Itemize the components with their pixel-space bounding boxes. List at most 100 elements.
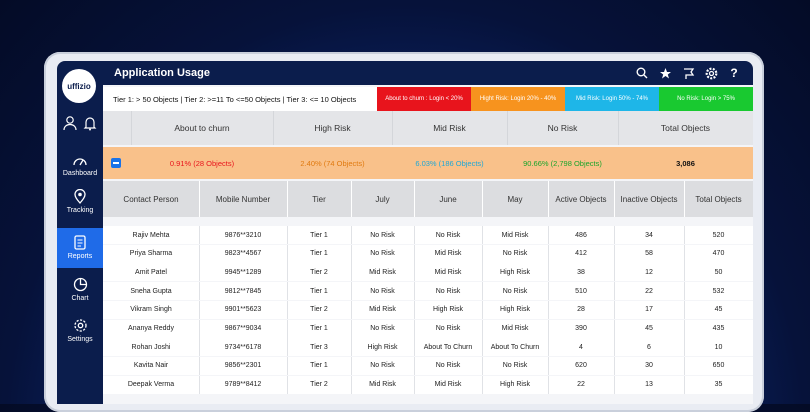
- table-cell: 45: [614, 319, 685, 338]
- col-inactive-objects[interactable]: Inactive Objects: [614, 181, 685, 217]
- summary-collapse-checkbox[interactable]: [111, 158, 121, 168]
- dashboard-icon: [73, 158, 87, 166]
- table-cell: No Risk: [351, 226, 415, 244]
- table-cell: Tier 1: [287, 282, 352, 301]
- table-cell: 9789**8412: [199, 375, 288, 394]
- sidebar-item-settings[interactable]: Settings: [57, 318, 103, 343]
- col-may[interactable]: May: [482, 181, 549, 217]
- app-screen: uffizio Dashboard Tracking Reports Chart…: [57, 61, 753, 404]
- table-cell: 50: [714, 268, 723, 276]
- summary-header-high-risk: High Risk: [273, 111, 393, 145]
- table-cell: 9812**7845: [199, 282, 288, 301]
- table-cell: 22: [548, 375, 615, 394]
- table-cell: Tier 1: [287, 244, 352, 263]
- sidebar-item-label: Settings: [67, 336, 93, 343]
- help-icon[interactable]: ?: [727, 66, 741, 80]
- table-cell: High Risk: [482, 375, 549, 394]
- star-user-icon[interactable]: [658, 66, 672, 80]
- table-cell: 12: [614, 263, 685, 282]
- search-icon[interactable]: [635, 66, 649, 80]
- table-cell: Rohan Joshi: [103, 338, 200, 357]
- table-row[interactable]: Priya Sharma 9823**4567 Tier 1 No Risk Mid R…: [103, 244, 753, 263]
- table-row[interactable]: Deepak Verma 9789**8412 Tier 2 Mid Risk Mid …: [103, 375, 753, 394]
- table-cell: High Risk: [482, 263, 549, 282]
- sidebar-item-reports[interactable]: Reports: [57, 235, 103, 260]
- table-cell: Mid Risk: [482, 319, 549, 338]
- table-cell: 435: [712, 325, 725, 332]
- table-row[interactable]: Amit Patel 9945**1289 Tier 2 Mid Risk Mid Ri…: [103, 263, 753, 282]
- top-bar: Application Usage ?: [103, 61, 753, 85]
- col-total-objects[interactable]: Total Objects: [684, 181, 753, 217]
- settings-gear-icon[interactable]: [704, 66, 718, 80]
- table-cell: 9734**6178: [199, 338, 288, 357]
- gear-icon: [73, 319, 87, 332]
- table-cell: Vikram Singh: [103, 300, 200, 319]
- logo-text: uffizio: [67, 81, 91, 91]
- table-cell: No Risk: [482, 244, 549, 263]
- table-cell: Mid Risk: [414, 263, 483, 282]
- table-cell: Tier 1: [287, 226, 352, 244]
- table-row[interactable]: Rohan Joshi 9734**6178 Tier 3 High Risk Abou…: [103, 338, 753, 357]
- table-cell: Priya Sharma: [103, 244, 200, 263]
- sidebar-item-tracking[interactable]: Tracking: [57, 189, 103, 214]
- summary-header-about-to-churn: About to churn: [131, 111, 274, 145]
- table-row[interactable]: Sneha Gupta 9812**7845 Tier 1 No Risk No Ris…: [103, 282, 753, 301]
- table-cell: 9823**4567: [199, 244, 288, 263]
- bell-icon[interactable]: [82, 115, 98, 131]
- table-cell: High Risk: [482, 300, 549, 319]
- table-row[interactable]: Rajiv Mehta 9876**3210 Tier 1 No Risk No Ris…: [103, 226, 753, 244]
- sidebar-item-label: Chart: [71, 295, 89, 302]
- table-cell: Tier 2: [287, 375, 352, 394]
- summary-header: About to churn High Risk Mid Risk No Ris…: [103, 111, 753, 145]
- page-title: Application Usage: [114, 67, 210, 79]
- table-row[interactable]: Vikram Singh 9901**5623 Tier 2 Mid Risk High…: [103, 300, 753, 319]
- table-cell: Mid Risk: [351, 300, 415, 319]
- sidebar-item-label: Tracking: [66, 207, 94, 214]
- col-mobile-number[interactable]: Mobile Number: [199, 181, 288, 217]
- table-cell: No Risk: [414, 282, 483, 301]
- table-cell: No Risk: [351, 356, 415, 375]
- table-cell: No Risk: [351, 282, 415, 301]
- table-cell: 9867**9034: [199, 319, 288, 338]
- table-cell: No Risk: [414, 356, 483, 375]
- table-cell: 38: [548, 263, 615, 282]
- col-contact-person[interactable]: Contact Person: [103, 181, 200, 217]
- col-july[interactable]: July: [351, 181, 415, 217]
- summary-high-risk: 2.40% (74 Objects): [300, 158, 365, 168]
- table-cell: Mid Risk: [351, 263, 415, 282]
- table-cell: 390: [548, 319, 615, 338]
- table-cell: 9876**3210: [199, 226, 288, 244]
- summary-total-objects: 3,086: [676, 158, 695, 168]
- user-icon[interactable]: [62, 115, 78, 131]
- table-cell: 6: [614, 338, 685, 357]
- table-cell: About To Churn: [414, 338, 483, 357]
- summary-header-total-objects: Total Objects: [660, 123, 711, 133]
- col-active-objects[interactable]: Active Objects: [548, 181, 615, 217]
- summary-row: 0.91% (28 Objects) 2.40% (74 Objects) 6.…: [103, 147, 753, 179]
- table-cell: 35: [714, 381, 723, 389]
- table-cell: No Risk: [414, 226, 483, 244]
- table-cell: 10: [714, 343, 723, 351]
- table-cell: 30: [614, 356, 685, 375]
- top-toolbar: ?: [635, 66, 741, 80]
- sidebar-item-chart[interactable]: Chart: [57, 277, 103, 302]
- col-tier[interactable]: Tier: [287, 181, 352, 217]
- table-cell: High Risk: [351, 338, 415, 357]
- col-june[interactable]: June: [414, 181, 483, 217]
- sidebar-item-dashboard[interactable]: Dashboard: [57, 153, 103, 177]
- table-cell: 486: [548, 226, 615, 244]
- summary-mid-risk: 6.03% (186 Objects): [415, 158, 484, 168]
- table-cell: No Risk: [482, 282, 549, 301]
- pin-icon[interactable]: [681, 66, 695, 80]
- table-cell: High Risk: [414, 300, 483, 319]
- sidebar: uffizio Dashboard Tracking Reports Chart…: [57, 61, 103, 404]
- table-row[interactable]: Kavita Nair 9856**2301 Tier 1 No Risk No Ris…: [103, 356, 753, 375]
- table-cell: Mid Risk: [414, 375, 483, 394]
- table-cell: 532: [712, 287, 725, 295]
- summary-no-risk: 90.66% (2,798 Objects): [523, 158, 602, 168]
- table-cell: Tier 1: [287, 356, 352, 375]
- table-header: Contact Person Mobile Number Tier July J…: [103, 181, 753, 217]
- location-icon: [74, 189, 86, 204]
- table-row[interactable]: Ananya Reddy 9867**9034 Tier 1 No Risk No Ri…: [103, 319, 753, 338]
- table-cell: 45: [714, 306, 723, 314]
